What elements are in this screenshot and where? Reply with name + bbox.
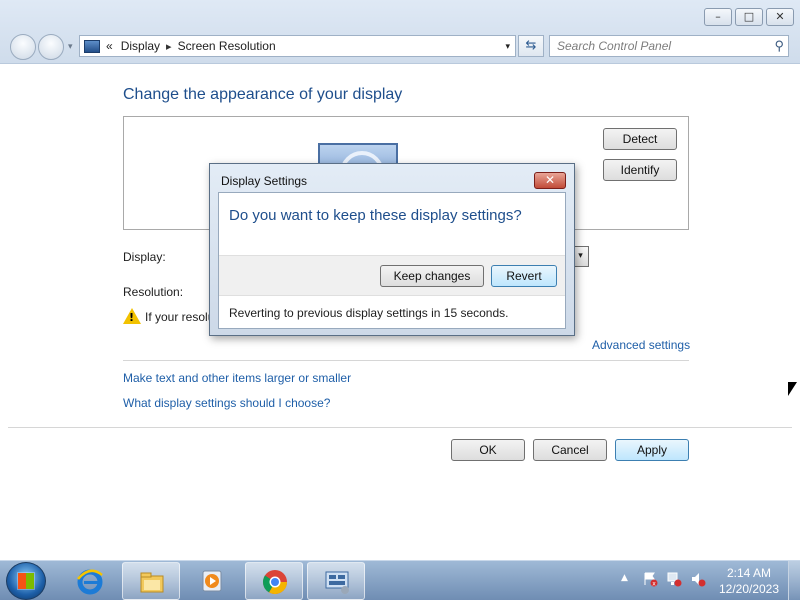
address-bar[interactable]: « Display ▸ Screen Resolution ▾ [79,35,516,57]
taskbar-file-explorer[interactable] [122,562,180,600]
taskbar-chrome[interactable] [245,562,303,600]
chrome-icon [263,570,287,595]
display-help-link[interactable]: What display settings should I choose? [123,396,330,410]
cancel-button[interactable]: Cancel [533,439,607,461]
ok-button[interactable]: OK [451,439,525,461]
warning-text: If your resolu [145,310,215,324]
breadcrumb-separator: ▸ [166,40,172,53]
identify-button[interactable]: Identify [603,159,677,181]
breadcrumb-screen-resolution[interactable]: Screen Resolution [178,39,276,53]
control-panel-icon [325,571,349,594]
show-hidden-icons-button[interactable]: ▲ [621,573,628,583]
display-label: Display: [123,250,166,264]
file-explorer-icon [140,572,164,593]
address-chevron[interactable]: « [106,39,113,53]
media-player-icon [202,570,222,592]
address-dropdown-icon[interactable]: ▾ [505,41,510,52]
navigation-buttons: ▾ [10,34,73,60]
taskbar-media-player[interactable] [183,562,241,600]
network-icon[interactable] [666,571,682,587]
show-desktop-button[interactable] [788,561,800,600]
forward-button[interactable] [38,34,64,60]
caption-buttons: – □ ✕ [704,8,794,26]
maximize-button[interactable]: □ [735,8,763,26]
start-button[interactable] [6,562,46,600]
taskbar-clock[interactable]: 2:14 AM 12/20/2023 [718,565,780,597]
refresh-button[interactable]: ⇆ [518,35,544,57]
search-placeholder: Search Control Panel [557,39,672,53]
clock-date: 12/20/2023 [718,582,780,596]
clock-time: 2:14 AM [726,566,772,580]
search-input[interactable]: Search Control Panel ⚲ [549,35,789,57]
taskbar-control-panel[interactable] [307,562,365,600]
back-button[interactable] [10,34,36,60]
divider [123,360,689,361]
display-icon [84,39,100,53]
taskbar-internet-explorer[interactable] [61,562,119,600]
revert-countdown-message: Reverting to previous display settings i… [229,306,509,320]
window-frame: – □ ✕ ▾ « Display ▸ Screen Resolution ▾ … [0,0,800,64]
action-center-icon[interactable]: x [642,571,658,587]
svg-text:x: x [652,580,656,587]
dialog-button-area: Keep changes Revert [219,255,565,296]
minimize-button[interactable]: – [704,8,732,26]
internet-explorer-icon [77,569,103,595]
dialog-title: Display Settings [221,174,308,188]
display-settings-dialog: Display Settings ✕ Do you want to keep t… [209,163,575,336]
text-size-link[interactable]: Make text and other items larger or smal… [123,371,351,385]
close-window-button[interactable]: ✕ [766,8,794,26]
page-title: Change the appearance of your display [123,86,403,103]
keep-changes-button[interactable]: Keep changes [380,265,484,287]
footer-divider [8,427,792,428]
dialog-close-button[interactable]: ✕ [534,172,566,189]
advanced-settings-link[interactable]: Advanced settings [592,338,690,352]
resolution-label: Resolution: [123,285,184,299]
detect-button[interactable]: Detect [603,128,677,150]
dialog-question: Do you want to keep these display settin… [229,207,522,224]
dialog-body: Do you want to keep these display settin… [218,192,566,329]
warning-icon: ! [123,308,141,324]
revert-button[interactable]: Revert [491,265,557,287]
volume-icon[interactable] [690,571,706,587]
breadcrumb-display[interactable]: Display [121,39,160,53]
mouse-cursor [788,382,797,396]
search-icon[interactable]: ⚲ [774,38,784,54]
recent-pages-dropdown[interactable]: ▾ [68,42,73,52]
apply-button[interactable]: Apply [615,439,689,461]
